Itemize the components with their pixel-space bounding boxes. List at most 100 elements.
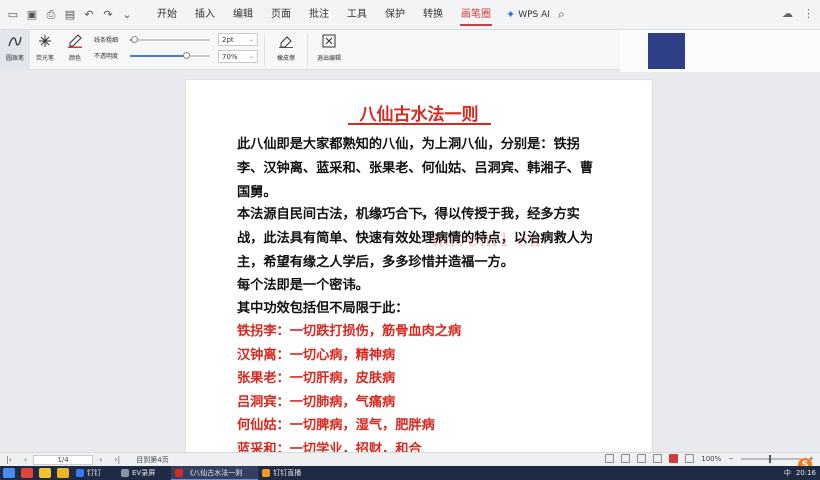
taskbar-app-live[interactable]: 钉钉直播 <box>258 466 317 480</box>
taskbar-app-ev[interactable]: EV录屏 <box>117 466 171 480</box>
clock[interactable]: 20:16 <box>796 469 816 477</box>
page-number-input[interactable]: 1/4 <box>33 454 94 465</box>
taskbar-app-dingtalk[interactable]: 钉钉 <box>72 466 117 480</box>
ballpoint-pen-tool[interactable]: 圆珠笔 <box>0 30 30 70</box>
menu-bar: ▭ ▣ ⎙ ▤ ↶ ↷ ⌄ 开始 插入 编辑 页面 批注 工具 保护 转换 画笔… <box>0 0 820 30</box>
color-tool[interactable]: 颜色 <box>60 30 90 70</box>
paragraph-intro: 此八仙即是大家都熟知的八仙，为上洞八仙，分别是：铁拐李、汉钟离、蓝采和、张果老、… <box>237 137 594 200</box>
menu-tools[interactable]: 工具 <box>338 0 376 30</box>
menu-protect[interactable]: 保护 <box>376 0 414 30</box>
chrome-icon[interactable] <box>39 468 51 478</box>
color-swatch[interactable] <box>648 33 685 69</box>
top-right-controls: ☁ ⋮ <box>782 7 814 20</box>
menu-convert[interactable]: 转换 <box>414 0 452 30</box>
undo-icon[interactable]: ↶ <box>82 8 96 22</box>
folder-icon[interactable]: ▭ <box>6 8 20 22</box>
zoom-value[interactable]: 100% <box>701 455 721 463</box>
opacity-slider[interactable] <box>130 51 210 59</box>
color-pen-icon <box>66 33 84 49</box>
paragraph-origin: 本法源自民间古法，机缘巧合下，得以传授于我，经多方实战，此法具有简单、快速有效处… <box>237 207 594 270</box>
menu-edit[interactable]: 编辑 <box>224 0 262 30</box>
thickness-label: 线条粗细 <box>94 37 119 44</box>
last-page-icon[interactable]: ›| <box>108 455 126 464</box>
document-page[interactable]: 八仙古水法一则 此八仙即是大家都熟知的八仙，为上洞八仙，分别是：铁拐李、汉钟离、… <box>186 80 652 457</box>
exit-edit-button[interactable]: 退出编辑 <box>314 30 344 70</box>
thickness-value: 2pt <box>222 35 234 44</box>
first-page-icon[interactable]: |‹ <box>0 455 18 464</box>
ime-indicator[interactable]: 中 <box>784 468 791 478</box>
folder-icon[interactable] <box>57 468 69 478</box>
list-item: 张果老：一切肝病，皮肤病 <box>237 371 396 387</box>
opacity-value: 70% <box>222 52 238 61</box>
ribbon-divider <box>307 34 308 66</box>
menu-home[interactable]: 开始 <box>148 0 186 30</box>
app-icon[interactable] <box>21 468 33 478</box>
print-icon[interactable]: ⎙ <box>44 8 58 22</box>
live-icon <box>262 469 271 477</box>
continuous-icon[interactable] <box>653 454 663 463</box>
taskbar-app-label: EV录屏 <box>132 469 156 477</box>
quick-access: ▭ ▣ ⎙ ▤ ↶ ↷ ⌄ <box>0 8 134 22</box>
title-underline <box>348 123 491 125</box>
ai-spark-icon: ✦ <box>506 8 516 21</box>
menu-pen[interactable]: 画笔圈 <box>452 0 500 30</box>
pen-ribbon: 圆珠笔 荧光笔 颜色 线条粗细 不透明度 2pt ⌄ 70% ⌄ 橡皮擦 退出编… <box>0 30 620 70</box>
wps-ai-button[interactable]: ✦ WPS AI <box>500 8 556 21</box>
list-item: 何仙姑：一切脾病，湿气，肥胖病 <box>237 418 435 434</box>
more-icon[interactable]: ⋮ <box>803 7 814 20</box>
menu-page[interactable]: 页面 <box>262 0 300 30</box>
watermark: haveni1 cn <box>432 230 542 251</box>
eraser-icon <box>277 33 295 49</box>
color-label: 颜色 <box>68 55 81 62</box>
taskbar-app-label: 《八仙古水法一则 <box>186 468 243 477</box>
next-page-icon[interactable]: › <box>93 455 108 464</box>
cloud-icon[interactable]: ☁ <box>782 7 793 20</box>
opacity-select[interactable]: 70% ⌄ <box>218 50 258 63</box>
play-icon[interactable] <box>669 454 679 463</box>
taskbar-app-wps[interactable]: 《八仙古水法一则 <box>171 466 259 480</box>
status-right: 100% − + <box>605 454 814 463</box>
fit-icon[interactable] <box>685 454 695 463</box>
list-item: 铁拐李：一切跌打损伤，筋骨血肉之病 <box>237 324 462 339</box>
prev-page-icon[interactable]: ‹ <box>18 455 33 464</box>
chevron-down-icon: ⌄ <box>248 36 254 43</box>
thickness-thumb[interactable] <box>131 35 138 43</box>
zoom-out-icon[interactable]: − <box>728 455 734 463</box>
effects-list: 铁拐李：一切跌打损伤，筋骨血肉之病 汉钟离：一切心病，精神病 张果老：一切肝病，… <box>237 320 597 462</box>
thickness-row: 线条粗细 <box>94 35 210 44</box>
opacity-thumb[interactable] <box>183 51 190 59</box>
zoom-slider[interactable] <box>741 454 802 463</box>
preview-icon[interactable]: ▤ <box>63 8 77 22</box>
opacity-fill <box>130 54 186 57</box>
paragraph-effects: 其中功效包括但不局限于此： <box>237 301 409 316</box>
app-window: ▭ ▣ ⎙ ▤ ↶ ↷ ⌄ 开始 插入 编辑 页面 批注 工具 保护 转换 画笔… <box>0 0 820 480</box>
search-icon[interactable]: ⌕ <box>558 7 565 22</box>
dropdown-icon[interactable]: ⌄ <box>120 8 134 22</box>
page-count-text: 目到第4页 <box>136 455 169 464</box>
list-item: 吕洞宾：一切肺病，气痛病 <box>237 394 396 410</box>
pen-selects: 2pt ⌄ 70% ⌄ <box>218 30 258 63</box>
redo-icon[interactable]: ↷ <box>101 8 115 22</box>
eye-icon[interactable] <box>605 454 615 463</box>
thickness-select[interactable]: 2pt ⌄ <box>218 33 258 46</box>
highlighter-tool[interactable]: 荧光笔 <box>30 30 60 70</box>
wps-icon <box>175 468 184 477</box>
mouse-cursor-icon: ↖ <box>418 210 427 221</box>
thickness-slider[interactable] <box>130 35 210 43</box>
save-icon[interactable]: ▣ <box>25 8 39 22</box>
menu-insert[interactable]: 插入 <box>186 0 224 30</box>
menu-comment[interactable]: 批注 <box>300 0 338 30</box>
single-page-icon[interactable] <box>621 454 631 463</box>
eraser-tool[interactable]: 橡皮擦 <box>271 30 301 70</box>
highlighter-icon <box>36 33 54 49</box>
dingtalk-icon <box>76 469 84 477</box>
main-menu: 开始 插入 编辑 页面 批注 工具 保护 转换 画笔圈 ✦ WPS AI ⌕ <box>148 0 565 30</box>
list-item: 汉钟离：一切心病，精神病 <box>237 347 396 363</box>
double-page-icon[interactable] <box>637 454 647 463</box>
document-title: 八仙古水法一则 <box>359 105 479 125</box>
zoom-thumb[interactable] <box>769 454 772 463</box>
status-bar: |‹ ‹ 1/4 › ›| 目到第4页 100% − + <box>0 452 820 466</box>
opacity-row: 不透明度 <box>94 51 210 60</box>
start-icon[interactable] <box>3 468 15 478</box>
exit-edit-label: 退出编辑 <box>316 55 341 62</box>
